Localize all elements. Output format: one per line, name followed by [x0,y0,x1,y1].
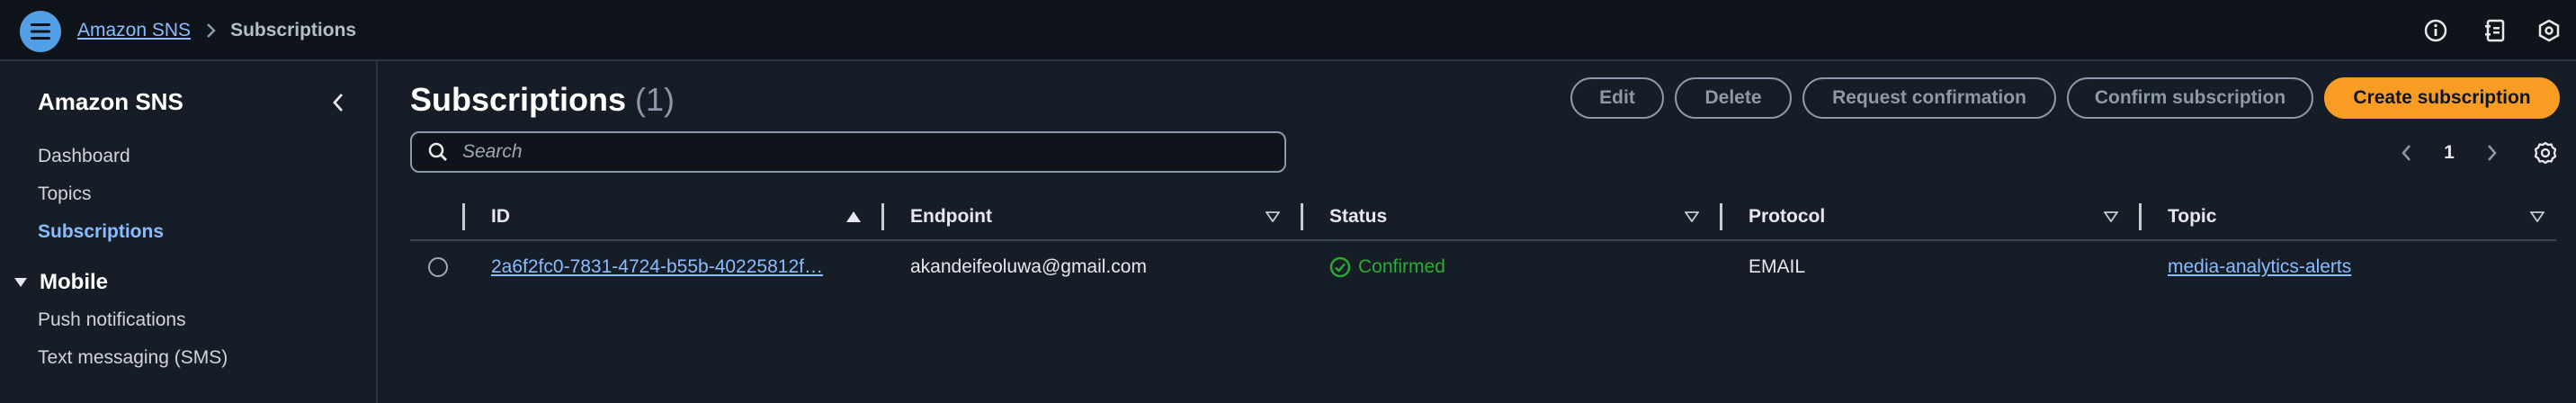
column-divider [2139,203,2142,230]
protocol-cell: EMAIL [1749,256,1806,277]
create-subscription-button[interactable]: Create subscription [2324,77,2560,119]
sort-icon[interactable] [2103,209,2119,225]
top-navigation-bar: Amazon SNS Subscriptions [0,0,2576,61]
search-icon [428,142,448,162]
column-header-status[interactable]: Status [1329,194,1387,239]
page-title: Subscriptions (1) [410,81,675,119]
search-field[interactable] [410,131,1286,173]
table-preferences-button[interactable] [2529,135,2562,171]
column-divider [881,203,884,230]
breadcrumb-current: Subscriptions [230,20,357,40]
current-page[interactable]: 1 [2436,135,2463,171]
column-divider [1720,203,1722,230]
confirm-subscription-button[interactable]: Confirm subscription [2067,77,2313,119]
sidebar-item-subscriptions[interactable]: Subscriptions [38,221,164,243]
sidebar-item-topics[interactable]: Topics [38,184,92,205]
table-header: ID Endpoint Status Protocol Topic [410,194,2556,241]
status-cell: Confirmed [1329,241,1445,293]
collapse-sidebar-button[interactable] [326,90,351,115]
column-divider [462,203,465,230]
next-page-button[interactable] [2479,135,2506,171]
breadcrumb: Amazon SNS Subscriptions [77,0,356,61]
sidebar: Amazon SNS Dashboard Topics Subscription… [0,61,378,403]
page-title-text: Subscriptions [410,81,627,118]
table-row[interactable]: 2a6f2fc0-7831-4724-b55b-40225812f… akand… [410,241,2556,293]
status-text: Confirmed [1358,256,1445,277]
edit-button[interactable]: Edit [1570,77,1664,119]
menu-button[interactable] [20,11,61,52]
sort-ascending-icon[interactable] [845,209,862,225]
pagination: 1 [2393,135,2563,171]
previous-page-button[interactable] [2393,135,2419,171]
settings-hex-icon[interactable] [2536,18,2562,43]
info-icon[interactable] [2423,18,2448,43]
menu-icon [31,23,50,40]
sort-icon[interactable] [1684,209,1700,225]
column-header-protocol[interactable]: Protocol [1749,194,1825,239]
topic-link[interactable]: media-analytics-alerts [2168,241,2351,293]
sidebar-section-label: Mobile [40,270,108,294]
sidebar-section-mobile[interactable]: Mobile [13,270,108,295]
request-confirmation-button[interactable]: Request confirmation [1802,77,2056,119]
subscription-id-link[interactable]: 2a6f2fc0-7831-4724-b55b-40225812f… [491,241,869,293]
column-header-topic[interactable]: Topic [2168,194,2216,239]
sidebar-item-text-messaging[interactable]: Text messaging (SMS) [38,347,228,369]
chevron-left-icon [332,93,344,112]
endpoint-cell: akandeifeoluwa@gmail.com [910,256,1147,277]
sidebar-item-dashboard[interactable]: Dashboard [38,146,130,167]
chevron-left-icon [2401,144,2411,162]
column-header-endpoint[interactable]: Endpoint [910,194,992,239]
sort-icon[interactable] [2529,209,2545,225]
sidebar-title: Amazon SNS [38,88,183,115]
search-input[interactable] [461,140,1256,164]
breadcrumb-service-link[interactable]: Amazon SNS [77,20,191,41]
row-select-radio[interactable] [428,257,448,277]
delete-button[interactable]: Delete [1675,77,1792,119]
column-divider [1301,203,1303,230]
page-title-count: (1) [635,81,675,118]
gear-icon [2533,140,2558,166]
chevron-right-icon [2487,144,2498,162]
check-circle-icon [1329,256,1351,278]
sidebar-item-push-notifications[interactable]: Push notifications [38,309,186,331]
chevron-right-icon [205,22,216,39]
caret-down-icon [14,276,27,289]
sort-icon[interactable] [1265,209,1281,225]
notes-icon[interactable] [2482,18,2508,43]
column-header-id[interactable]: ID [491,194,510,239]
